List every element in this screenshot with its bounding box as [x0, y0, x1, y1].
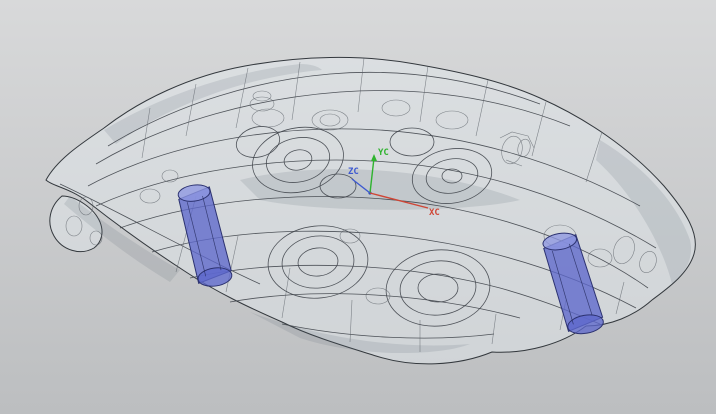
cad-canvas[interactable]: YC ZC XC [0, 0, 716, 414]
cad-viewport[interactable]: YC ZC XC [0, 0, 716, 414]
wcs-label-yc: YC [378, 148, 389, 158]
wcs-label-xc: XC [429, 208, 440, 218]
wcs-label-zc: ZC [348, 167, 359, 177]
